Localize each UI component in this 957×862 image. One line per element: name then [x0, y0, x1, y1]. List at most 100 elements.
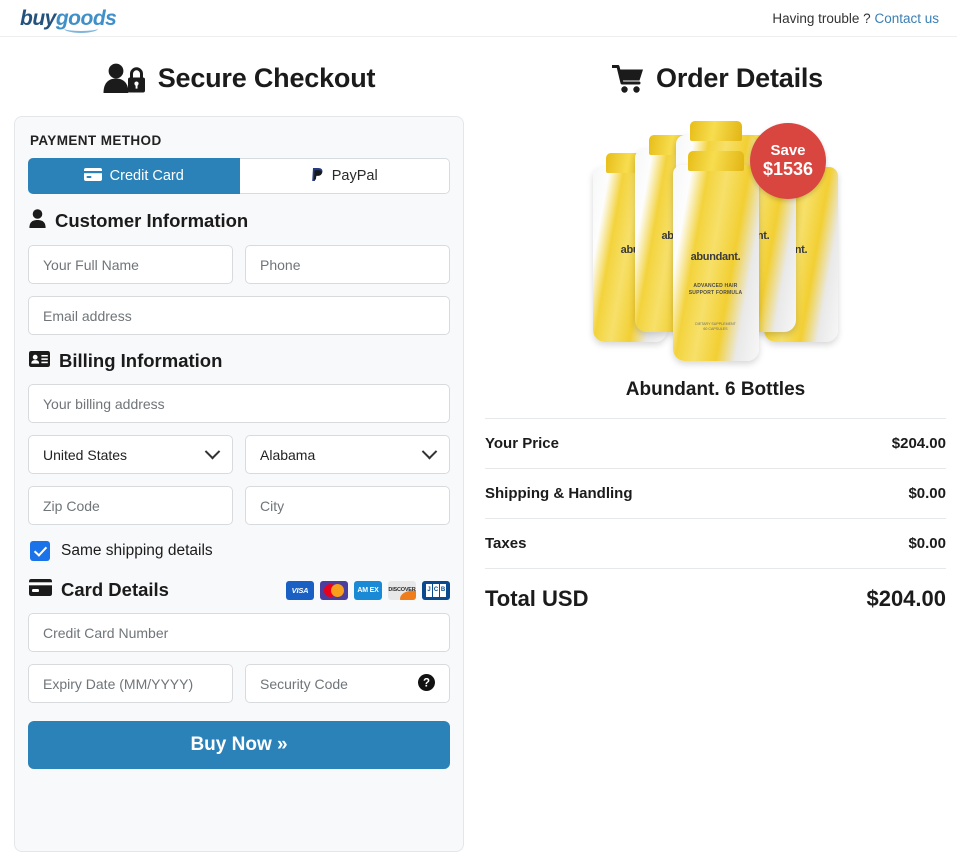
city-placeholder: City	[260, 497, 285, 514]
billing-row-1: Your billing address	[28, 384, 450, 423]
summary-value: $204.00	[891, 435, 946, 452]
state-value: Alabama	[260, 446, 316, 463]
total-label: Total USD	[485, 586, 589, 611]
tab-paypal-label: PayPal	[331, 168, 378, 184]
save-badge-line1: Save	[770, 141, 806, 159]
same-shipping-checkbox-row[interactable]: Same shipping details	[30, 541, 450, 561]
top-bar: buygoods Having trouble ? Contact us	[0, 0, 957, 37]
phone-input[interactable]: Phone	[245, 245, 450, 284]
tab-paypal[interactable]: PayPal	[239, 158, 450, 194]
help-area: Having trouble ? Contact us	[772, 11, 939, 26]
amex-icon: AM EX	[354, 580, 382, 600]
billing-address-input[interactable]: Your billing address	[28, 384, 450, 423]
customer-information-heading: Customer Information	[29, 209, 450, 233]
credit-card-icon	[83, 167, 102, 185]
amex-label: AM EX	[357, 586, 379, 594]
visa-icon: VISA	[286, 580, 314, 600]
buy-now-button[interactable]: Buy Now »	[28, 721, 450, 769]
customer-information-label: Customer Information	[55, 210, 249, 231]
security-code-placeholder: Security Code	[260, 675, 348, 692]
logo-swoosh-icon	[64, 24, 98, 33]
summary-label: Shipping & Handling	[485, 485, 633, 502]
order-column: Order Details abu nt. abun dant. abundan…	[478, 37, 957, 861]
summary-value: $0.00	[908, 485, 946, 502]
mastercard-icon	[320, 580, 348, 600]
full-name-input[interactable]: Your Full Name	[28, 245, 233, 284]
visa-label: VISA	[291, 585, 309, 595]
user-lock-icon	[103, 63, 147, 94]
expiry-date-placeholder: Expiry Date (MM/YYYY)	[43, 675, 194, 692]
card-row-1: Credit Card Number	[28, 613, 450, 652]
customer-row-1: Your Full Name Phone	[28, 245, 450, 284]
same-shipping-label: Same shipping details	[61, 542, 213, 559]
card-icon	[29, 579, 52, 601]
expiry-date-input[interactable]: Expiry Date (MM/YYYY)	[28, 664, 233, 703]
checkout-column: Secure Checkout PAYMENT METHOD Credit Ca…	[0, 37, 478, 861]
payment-method-tabs: Credit Card PayPal	[28, 158, 450, 194]
order-body: abu nt. abun dant. abundant. ADVANCED HA…	[478, 108, 957, 629]
summary-row-your-price: Your Price $204.00	[485, 418, 946, 468]
shopping-cart-icon	[612, 64, 645, 94]
tab-credit-card[interactable]: Credit Card	[28, 158, 240, 194]
discover-label: DISCOVER	[388, 587, 416, 593]
save-badge: Save $1536	[750, 123, 826, 199]
billing-address-placeholder: Your billing address	[43, 395, 165, 412]
summary-row-taxes: Taxes $0.00	[485, 518, 946, 568]
same-shipping-checkbox[interactable]	[30, 541, 50, 561]
summary-row-shipping: Shipping & Handling $0.00	[485, 468, 946, 518]
card-row-2: Expiry Date (MM/YYYY) Security Code ?	[28, 664, 450, 703]
credit-card-number-placeholder: Credit Card Number	[43, 624, 169, 641]
question-circle-icon[interactable]: ?	[418, 673, 435, 694]
main-columns: Secure Checkout PAYMENT METHOD Credit Ca…	[0, 37, 957, 861]
billing-information-label: Billing Information	[59, 350, 223, 371]
secure-checkout-title: Secure Checkout	[0, 37, 478, 94]
summary-label: Taxes	[485, 535, 527, 552]
tab-credit-card-label: Credit Card	[109, 168, 184, 184]
summary-value: $0.00	[908, 535, 946, 552]
paypal-icon	[311, 167, 324, 186]
id-card-icon	[29, 350, 50, 372]
summary-label: Your Price	[485, 435, 559, 452]
phone-placeholder: Phone	[260, 256, 301, 273]
payment-method-label: PAYMENT METHOD	[30, 133, 162, 148]
total-value: $204.00	[866, 586, 946, 611]
bottle-fineprint: DIETARY SUPPLEMENT 60 CAPSULES	[695, 321, 736, 332]
state-select[interactable]: Alabama	[245, 435, 450, 474]
country-select[interactable]: United States	[28, 435, 233, 474]
accepted-cards: VISA AM EX DISCOVER JCB	[286, 580, 450, 600]
email-input[interactable]: Email address	[28, 296, 450, 335]
country-value: United States	[43, 446, 128, 463]
buygoods-logo[interactable]: buygoods	[20, 6, 117, 33]
summary-row-total: Total USD $204.00	[485, 568, 946, 629]
user-icon	[29, 209, 46, 233]
page-title: Secure Checkout	[157, 63, 376, 93]
logo-text-buy: buy	[20, 6, 56, 30]
order-details-title: Order Details	[478, 37, 957, 94]
credit-card-number-input[interactable]: Credit Card Number	[28, 613, 450, 652]
bottle-tagline: ADVANCED HAIR SUPPORT FORMULA	[688, 282, 743, 297]
chevron-down-icon	[204, 443, 221, 460]
card-details-label: Card Details	[61, 579, 169, 600]
security-code-input[interactable]: Security Code ?	[245, 664, 450, 703]
customer-row-2: Email address	[28, 296, 450, 335]
billing-row-2: United States Alabama	[28, 435, 450, 474]
full-name-placeholder: Your Full Name	[43, 256, 139, 273]
svg-text:?: ?	[423, 677, 430, 689]
zip-code-placeholder: Zip Code	[43, 497, 100, 514]
order-details-label: Order Details	[656, 63, 823, 93]
email-placeholder: Email address	[43, 307, 132, 324]
save-badge-line2: $1536	[762, 159, 814, 180]
bottle-front: abundant. ADVANCED HAIR SUPPORT FORMULA D…	[672, 151, 759, 361]
card-details-heading: Card Details VISA AM EX DISCOVER JCB	[29, 579, 450, 601]
payment-panel: PAYMENT METHOD Credit Card PayPal Custom…	[14, 116, 464, 852]
billing-information-heading: Billing Information	[29, 350, 450, 372]
zip-code-input[interactable]: Zip Code	[28, 486, 233, 525]
contact-us-link[interactable]: Contact us	[874, 11, 939, 26]
product-name: Abundant. 6 Bottles	[625, 379, 806, 400]
discover-icon: DISCOVER	[388, 580, 416, 600]
product-bottles: abu nt. abun dant. abundant. ADVANCED HA…	[583, 121, 848, 363]
city-input[interactable]: City	[245, 486, 450, 525]
help-text: Having trouble ?	[772, 10, 871, 26]
jcb-icon: JCB	[422, 580, 450, 600]
bottle-brand: abundant.	[690, 251, 741, 264]
